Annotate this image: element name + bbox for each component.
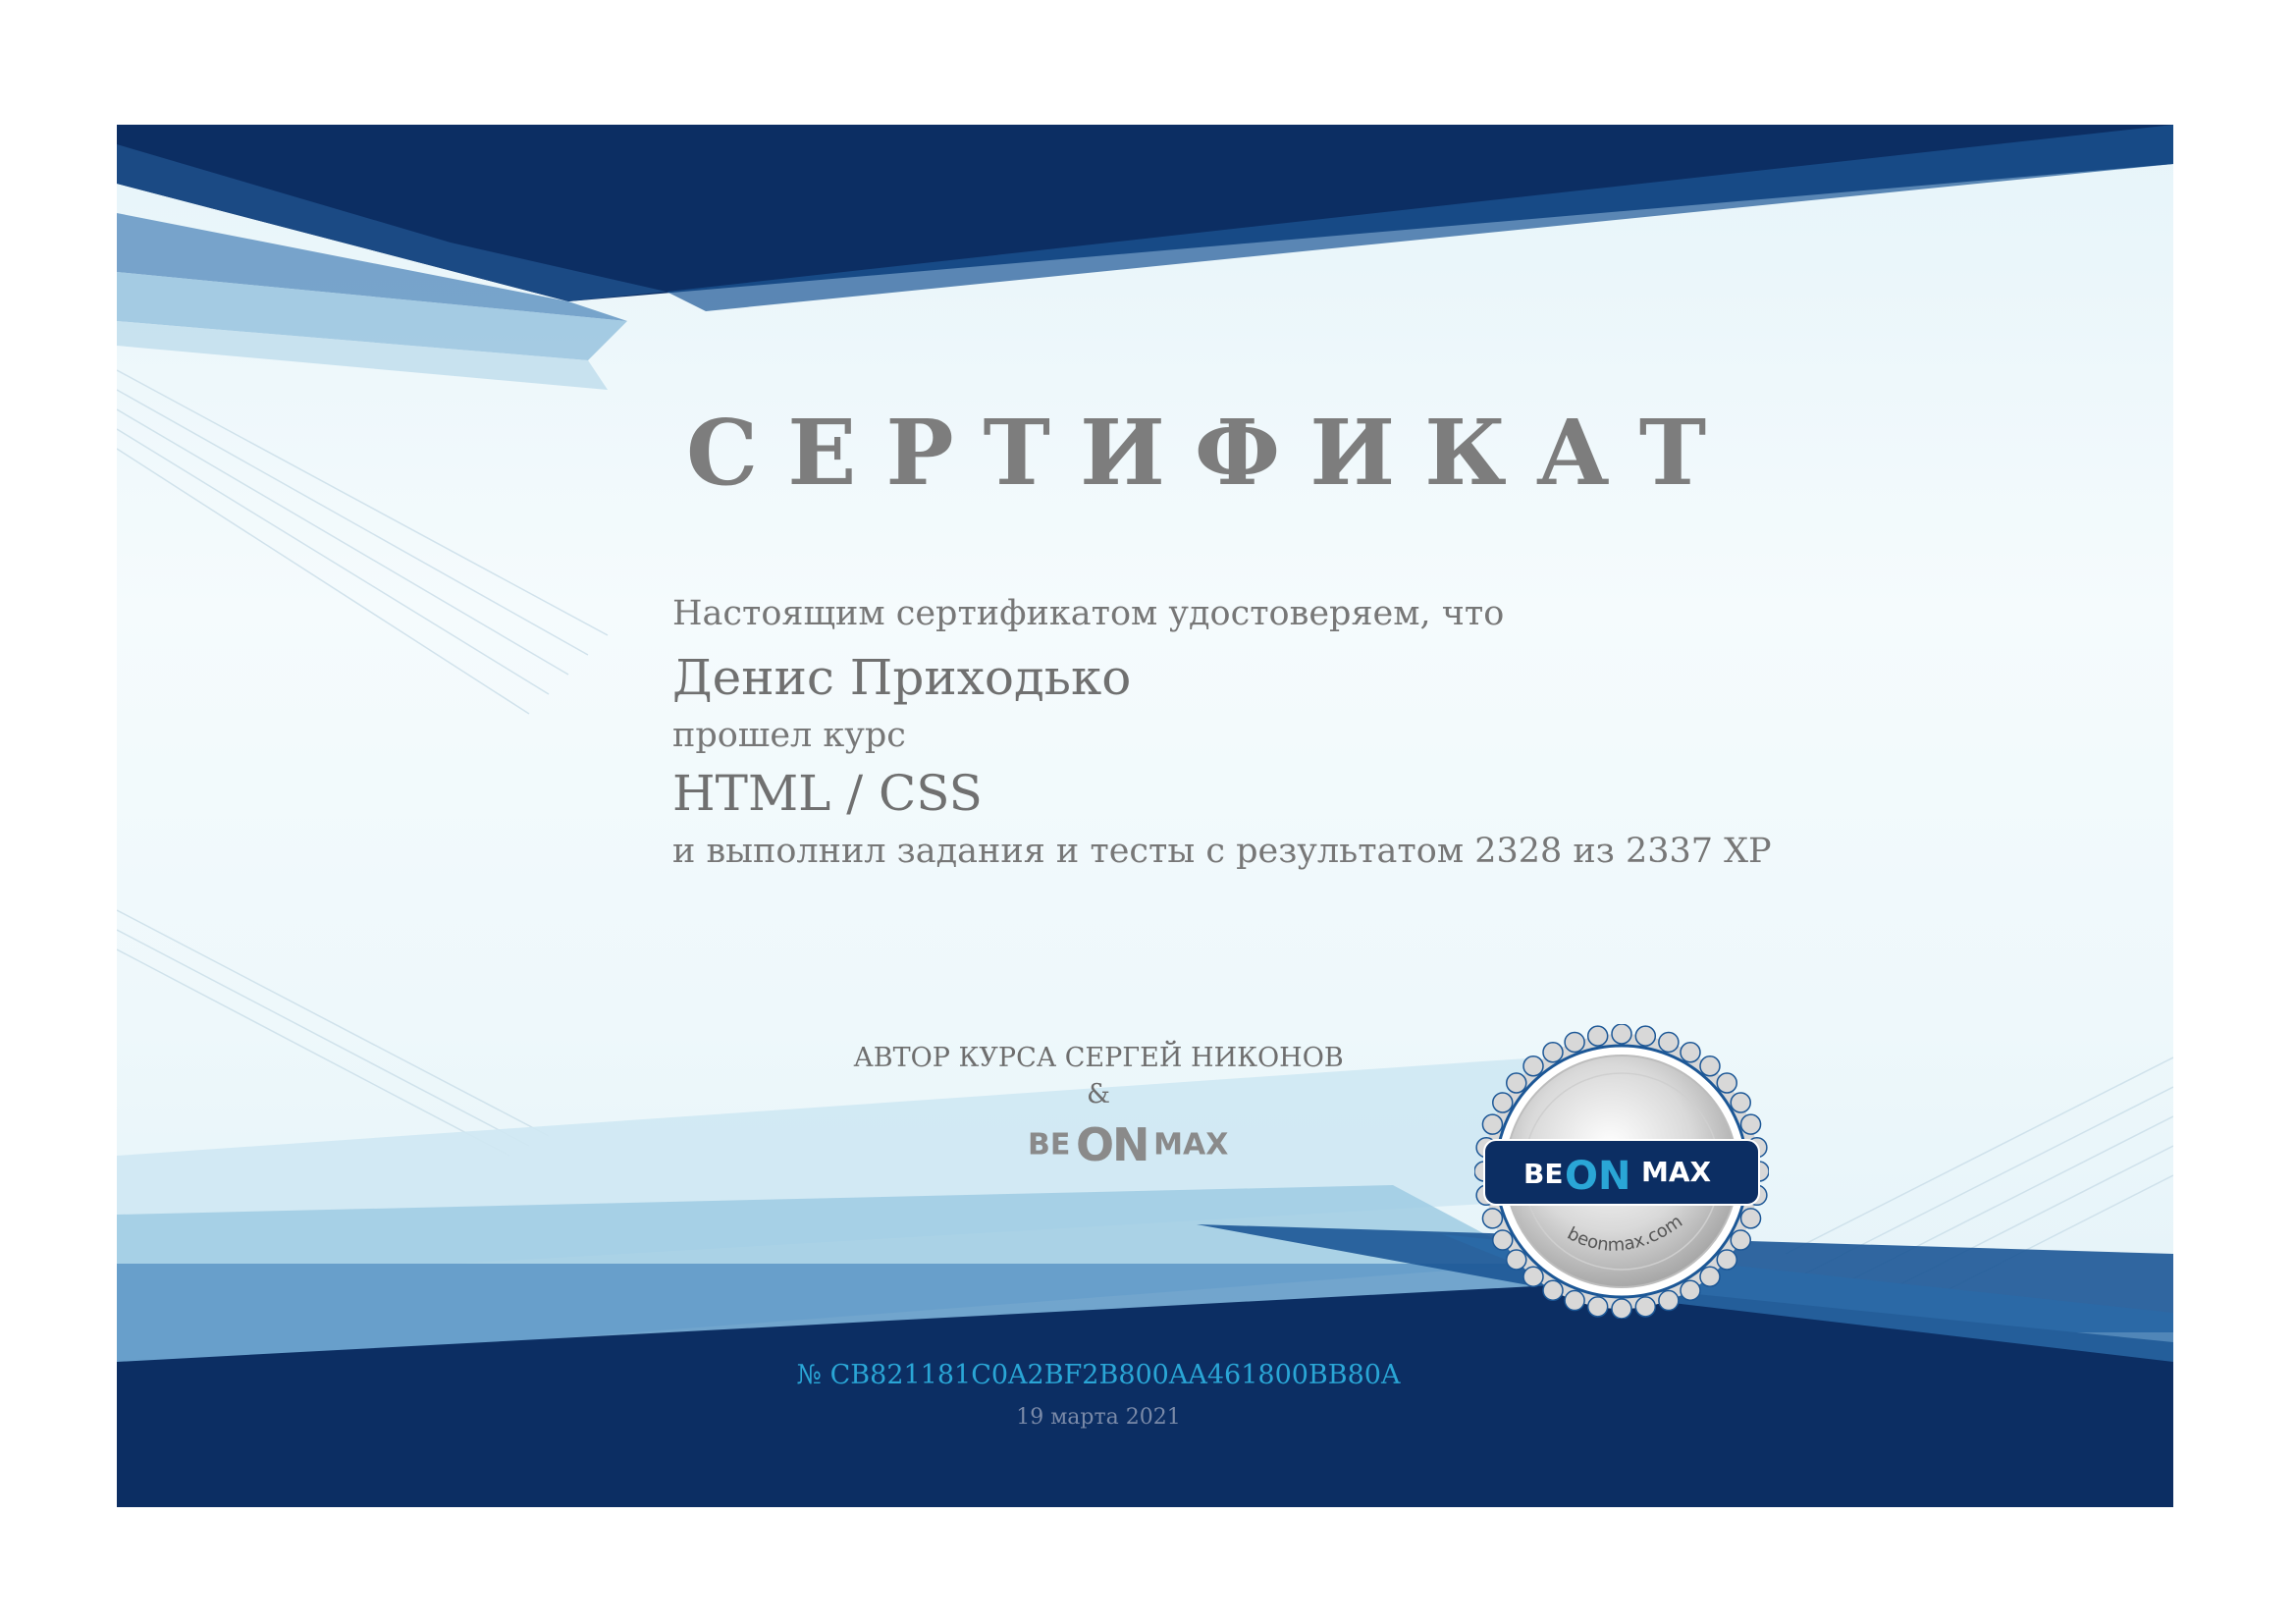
seal-scallop [1522,1266,1544,1287]
logo-on: ON [1075,1118,1150,1171]
seal-scallop [1542,1279,1564,1301]
seal-scallop [1634,1296,1657,1318]
seal-scallop [1658,1031,1680,1054]
seal-scallop [1564,1031,1585,1054]
intro-text: Настоящим сертификатом удостоверяем, что [672,594,1505,633]
certificate: СЕРТИФИКАТ Настоящим сертификатом удосто… [117,125,2173,1507]
result-text: и выполнил задания и тесты с результатом… [672,832,1772,871]
logo-be: BE [1028,1127,1071,1163]
seal-scallop [1699,1266,1721,1287]
passed-text: прошел курс [672,716,906,755]
logo-max: MAX [1153,1127,1229,1163]
seal-scallop [1716,1249,1737,1271]
course-author: АВТОР КУРСА СЕРГЕЙ НИКОНОВ [853,1043,1344,1073]
seal-scallop [1730,1229,1751,1251]
seal-scallop [1680,1279,1701,1301]
seal-scallop [1730,1092,1751,1113]
seal-scallop [1699,1056,1721,1077]
background-graphics [117,125,2173,1507]
certificate-title: СЕРТИФИКАТ [686,400,1736,506]
seal-scallop [1586,1296,1609,1318]
seal-scallop [1739,1208,1762,1229]
beonmax-seal: BE ON MAX beonmax.com [1474,1024,1769,1319]
seal-scallop [1634,1025,1657,1047]
course-name: HTML / CSS [672,765,983,822]
ampersand: & [1086,1079,1111,1110]
seal-scallop [1481,1113,1504,1135]
seal-scallop [1716,1072,1737,1094]
certificate-number: № CB821181C0A2BF2B800AA461800BB80A [796,1360,1401,1390]
seal-scallop [1611,1024,1632,1045]
seal-scallop [1680,1042,1701,1063]
seal-scallop [1739,1113,1762,1135]
seal-scallop [1658,1289,1680,1312]
beonmax-logo: BE ON MAX [1028,1118,1228,1171]
seal-scallop [1492,1229,1514,1251]
seal-scallop [1492,1092,1514,1113]
seal-on: ON [1565,1154,1630,1199]
seal-scallop [1542,1042,1564,1063]
seal-scallop [1611,1298,1632,1319]
seal-scallop [1564,1289,1585,1312]
seal-scallop [1506,1072,1527,1094]
seal-be: BE [1523,1158,1563,1190]
seal-scallop [1586,1025,1609,1047]
seal-max: MAX [1641,1156,1712,1188]
certificate-date: 19 марта 2021 [1016,1405,1181,1430]
seal-scallop [1522,1056,1544,1077]
seal-scallop [1506,1249,1527,1271]
seal-scallop [1481,1208,1504,1229]
recipient-name: Денис Приходько [672,649,1132,706]
